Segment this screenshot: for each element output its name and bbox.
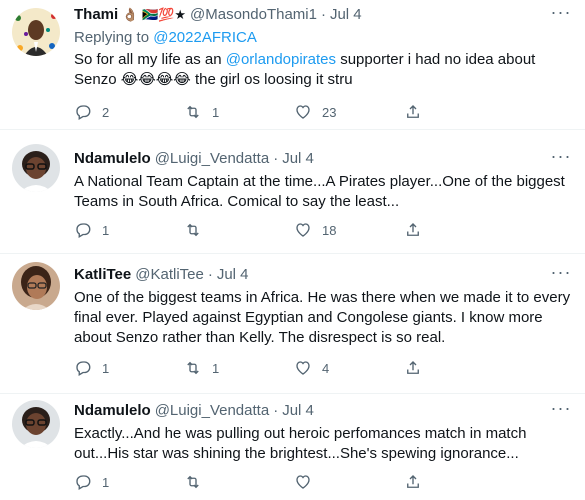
reply-button[interactable]: 1 [74, 356, 184, 380]
retweet-button[interactable] [184, 218, 294, 242]
retweet-button[interactable]: 1 [184, 100, 294, 124]
tweet-date[interactable]: Jul 4 [282, 149, 314, 169]
separator-dot: · [273, 150, 279, 167]
tweet-text-part: So for all my life as an [74, 51, 226, 68]
name-emojis: 👌🏽 🇿🇦💯★ [122, 7, 187, 22]
like-count: 23 [322, 104, 337, 120]
tweet-header: Ndamulelo @Luigi_Vendatta · Jul 4 [74, 148, 573, 170]
tweet-actions: 2 1 23 [74, 100, 514, 124]
laughing-emojis: 😂😂😂😂 [120, 71, 191, 88]
tweet-4[interactable]: Ndamulelo @Luigi_Vendatta · Jul 4 ··· Ex… [0, 394, 585, 500]
more-icon[interactable]: ··· [549, 3, 573, 26]
retweet-button[interactable] [184, 470, 294, 494]
tweet-actions: 1 [74, 470, 514, 494]
like-button[interactable]: 4 [294, 356, 404, 380]
share-icon [404, 103, 422, 121]
tweet-date[interactable]: Jul 4 [282, 401, 314, 421]
share-icon [404, 473, 422, 491]
reply-count: 1 [102, 474, 110, 490]
user-handle[interactable]: @Luigi_Vendatta [155, 401, 270, 421]
reply-button[interactable]: 2 [74, 100, 184, 124]
share-button[interactable] [404, 470, 514, 494]
like-button[interactable]: 23 [294, 100, 404, 124]
avatar-thami[interactable] [12, 8, 60, 56]
tweet-actions: 1 1 4 [74, 356, 514, 380]
reply-button[interactable]: 1 [74, 470, 184, 494]
tweet-content: Thami 👌🏽 🇿🇦💯★ @MasondoThami1 · Jul 4 ···… [74, 3, 573, 90]
more-icon[interactable]: ··· [549, 263, 573, 286]
reply-icon [74, 473, 92, 491]
replying-to: Replying to @2022AFRICA [74, 28, 573, 48]
tweet-actions: 1 18 [74, 218, 514, 242]
reply-icon [74, 221, 92, 239]
more-icon[interactable]: ··· [549, 147, 573, 170]
reply-count: 1 [102, 360, 110, 376]
user-handle[interactable]: @KatliTee [135, 265, 204, 285]
display-name[interactable]: Thami [74, 5, 118, 25]
avatar-ndamulelo[interactable] [12, 144, 60, 192]
tweet-text: One of the biggest teams in Africa. He w… [74, 289, 571, 346]
tweet-date[interactable]: Jul 4 [330, 5, 362, 25]
reply-icon [74, 359, 92, 377]
separator-dot: · [207, 266, 213, 283]
display-name[interactable]: Ndamulelo [74, 149, 151, 169]
display-name[interactable]: Ndamulelo [74, 401, 151, 421]
tweet-content: KatliTee @KatliTee · Jul 4 ··· One of th… [74, 263, 573, 348]
retweet-count: 1 [212, 104, 220, 120]
like-icon [294, 103, 312, 121]
like-count: 18 [322, 222, 337, 238]
like-icon [294, 359, 312, 377]
reply-count: 2 [102, 104, 110, 120]
like-icon [294, 473, 312, 491]
reply-count: 1 [102, 222, 110, 238]
reply-button[interactable]: 1 [74, 218, 184, 242]
share-icon [404, 359, 422, 377]
tweet-text: Exactly...And he was pulling out heroic … [74, 425, 527, 462]
tweet-header: Ndamulelo @Luigi_Vendatta · Jul 4 [74, 400, 573, 422]
tweet-text-part: the girl os loosing it stru [190, 71, 353, 88]
separator-dot: · [320, 6, 326, 23]
tweet-content: Ndamulelo @Luigi_Vendatta · Jul 4 ··· Ex… [74, 399, 573, 464]
tweet-date[interactable]: Jul 4 [217, 265, 249, 285]
tweet-2[interactable]: Ndamulelo @Luigi_Vendatta · Jul 4 ··· A … [0, 130, 585, 254]
avatar-katlitee[interactable] [12, 262, 60, 310]
replying-to-mention[interactable]: @2022AFRICA [153, 29, 257, 46]
share-button[interactable] [404, 100, 514, 124]
tweet-1[interactable]: Thami 👌🏽 🇿🇦💯★ @MasondoThami1 · Jul 4 ···… [0, 0, 585, 130]
tweet-3[interactable]: KatliTee @KatliTee · Jul 4 ··· One of th… [0, 254, 585, 394]
reply-icon [74, 103, 92, 121]
replying-to-label: Replying to [74, 29, 154, 46]
share-icon [404, 221, 422, 239]
like-icon [294, 221, 312, 239]
retweet-count: 1 [212, 360, 220, 376]
mention-link[interactable]: @orlandopirates [226, 51, 336, 68]
tweet-text: A National Team Captain at the time...A … [74, 173, 565, 210]
retweet-button[interactable]: 1 [184, 356, 294, 380]
retweet-icon [184, 473, 202, 491]
more-icon[interactable]: ··· [549, 399, 573, 422]
share-button[interactable] [404, 356, 514, 380]
tweet-content: Ndamulelo @Luigi_Vendatta · Jul 4 ··· A … [74, 147, 573, 212]
like-count: 4 [322, 360, 330, 376]
avatar-ndamulelo[interactable] [12, 400, 60, 448]
user-handle[interactable]: @MasondoThami1 [190, 5, 317, 25]
like-button[interactable]: 18 [294, 218, 404, 242]
share-button[interactable] [404, 218, 514, 242]
retweet-icon [184, 221, 202, 239]
display-name[interactable]: KatliTee [74, 265, 131, 285]
tweet-text: So for all my life as an @orlandopirates… [74, 50, 573, 90]
like-button[interactable] [294, 470, 404, 494]
tweet-header: Thami 👌🏽 🇿🇦💯★ @MasondoThami1 · Jul 4 [74, 4, 573, 26]
tweet-header: KatliTee @KatliTee · Jul 4 [74, 264, 573, 286]
user-handle[interactable]: @Luigi_Vendatta [155, 149, 270, 169]
separator-dot: · [273, 402, 279, 419]
retweet-icon [184, 359, 202, 377]
retweet-icon [184, 103, 202, 121]
